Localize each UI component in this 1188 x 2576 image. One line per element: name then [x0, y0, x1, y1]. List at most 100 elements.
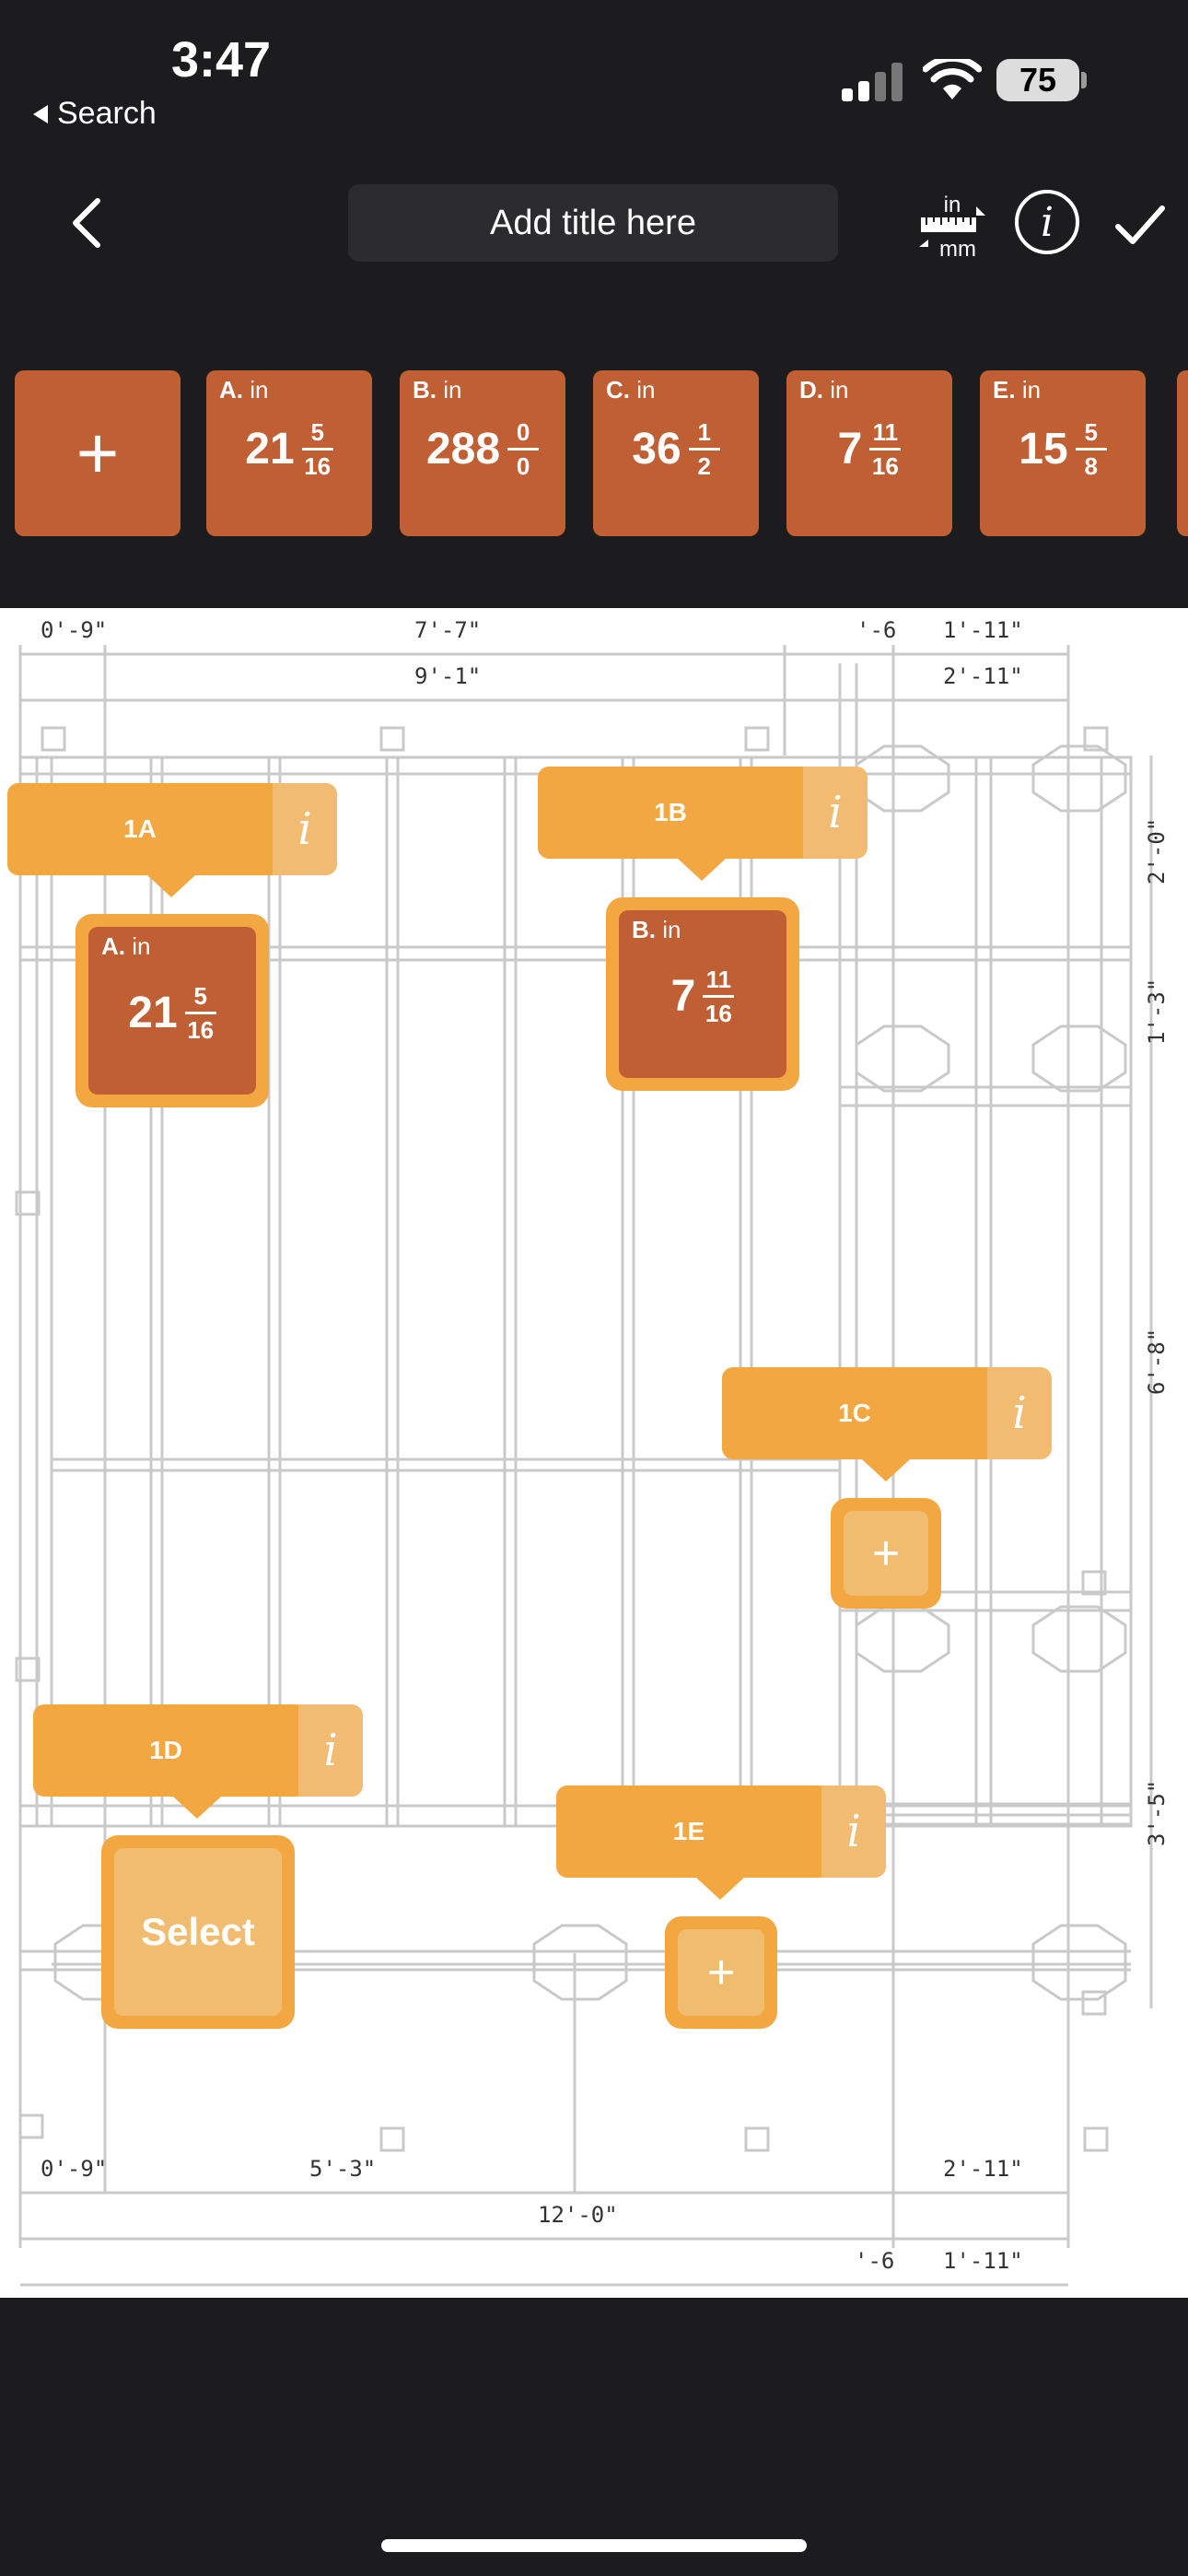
slot-1b-num: 11 — [705, 966, 732, 993]
slot-1b-den: 16 — [705, 1000, 732, 1027]
wifi-icon — [923, 59, 982, 100]
battery-icon: 75 — [996, 59, 1079, 101]
floor-plan-drawing[interactable]: 0'-9" 7'-7" '-6 1'-11" 9'-1" 2'-11" 2'-0… — [0, 608, 1188, 2298]
back-arrow-icon — [33, 104, 48, 123]
slot-1a-letter: A. — [101, 932, 125, 960]
slot-1b-whole: 7 — [670, 972, 696, 1021]
info-icon[interactable]: i — [1015, 190, 1079, 254]
status-time: 3:47 — [171, 32, 272, 88]
tile-whole: 36 — [632, 425, 681, 474]
battery-nub — [1081, 72, 1087, 88]
info-icon[interactable]: i — [298, 1704, 363, 1797]
tile-letter: B. — [413, 376, 437, 404]
tag-1c-label: 1C — [722, 1367, 987, 1459]
slot-1b-unit: in — [662, 916, 681, 943]
tag-1b-pointer — [678, 859, 726, 881]
tag-1e[interactable]: 1E i — [556, 1786, 886, 1878]
tile-letter: E. — [993, 376, 1016, 404]
tile-num: 5 — [310, 418, 324, 446]
tile-num: 11 — [872, 418, 899, 446]
tile-unit: in — [443, 376, 462, 404]
title-input[interactable]: Add title here — [348, 184, 838, 262]
measurement-tile-b[interactable]: B. in 288 0 0 — [400, 370, 565, 536]
tag-1d-label: 1D — [33, 1704, 298, 1797]
tile-den: 16 — [871, 452, 899, 480]
dim-top-1-b: 7'-7" — [414, 617, 481, 643]
tile-den: 16 — [304, 452, 332, 480]
dim-bottom-1-c: 2'-11" — [943, 2156, 1023, 2182]
tag-1e-pointer — [696, 1878, 744, 1900]
tile-unit: in — [830, 376, 849, 404]
select-label: Select — [114, 1848, 282, 2016]
tile-unit: in — [636, 376, 656, 404]
unit-toggle-icon[interactable]: in mm — [917, 192, 987, 262]
info-icon[interactable]: i — [273, 783, 337, 875]
tile-den: 2 — [697, 452, 711, 480]
measurement-tile-d[interactable]: D. in 7 11 16 — [786, 370, 952, 536]
info-icon[interactable]: i — [821, 1786, 886, 1878]
home-indicator[interactable] — [381, 2539, 807, 2552]
tag-1d[interactable]: 1D i — [33, 1704, 363, 1797]
tile-num: 0 — [516, 418, 530, 446]
checkmark-icon[interactable] — [1112, 197, 1168, 252]
measurement-tile-c[interactable]: C. in 36 1 2 — [593, 370, 759, 536]
dim-top-2-b: 2'-11" — [943, 663, 1023, 689]
slot-1b-letter: B. — [632, 916, 656, 943]
tag-1b-label: 1B — [538, 767, 803, 859]
tag-1a-label: 1A — [7, 783, 273, 875]
tile-unit: in — [250, 376, 269, 404]
tile-partial[interactable] — [1177, 370, 1188, 536]
slot-1c[interactable]: + — [831, 1498, 941, 1609]
tile-whole: 7 — [837, 425, 863, 474]
tag-1a-pointer — [147, 875, 195, 897]
tag-1d-pointer — [173, 1797, 221, 1819]
add-measurement-button[interactable]: + — [15, 370, 181, 536]
svg-text:mm: mm — [939, 237, 976, 262]
measurement-tile-a[interactable]: A. in 21 5 16 — [206, 370, 372, 536]
plus-icon: + — [844, 1511, 928, 1596]
tag-1e-label: 1E — [556, 1786, 821, 1878]
measurement-tile-e[interactable]: E. in 15 5 8 — [980, 370, 1146, 536]
svg-text:in: in — [944, 193, 961, 217]
dim-bottom-3-a: '-6 — [855, 2248, 894, 2274]
tag-1c[interactable]: 1C i — [722, 1367, 1052, 1459]
tile-num: 1 — [697, 418, 711, 446]
tile-num: 5 — [1084, 418, 1098, 446]
dim-top-1-d: 1'-11" — [943, 617, 1023, 643]
dim-bottom-1-a: 0'-9" — [41, 2156, 107, 2182]
dim-top-1-c: '-6 — [856, 617, 896, 643]
tile-unit: in — [1021, 376, 1042, 404]
tile-letter: A. — [219, 376, 243, 404]
dim-right-a: 2'-0" — [1144, 818, 1170, 884]
dim-bottom-3-b: 1'-11" — [943, 2248, 1023, 2274]
tile-letter: D. — [799, 376, 823, 404]
plus-icon: + — [678, 1929, 764, 2016]
slot-1a-den: 16 — [187, 1016, 215, 1044]
slot-1d-select[interactable]: Select — [101, 1835, 295, 2029]
dim-right-c: 6'-8" — [1144, 1329, 1170, 1395]
dim-bottom-1-b: 5'-3" — [309, 2156, 376, 2182]
signal-icon — [842, 63, 903, 101]
tag-1a[interactable]: 1A i — [7, 783, 337, 875]
tag-1b[interactable]: 1B i — [538, 767, 868, 859]
info-icon[interactable]: i — [987, 1367, 1052, 1459]
dim-top-1-a: 0'-9" — [41, 617, 107, 643]
back-to-search[interactable]: Search — [33, 96, 157, 132]
tile-letter: C. — [606, 376, 630, 404]
tag-1c-pointer — [862, 1459, 910, 1481]
slot-1e[interactable]: + — [665, 1916, 777, 2029]
tile-whole: 21 — [245, 425, 295, 474]
slot-1a-whole: 21 — [128, 989, 178, 1037]
info-icon[interactable]: i — [803, 767, 868, 859]
dim-top-2-a: 9'-1" — [414, 663, 481, 689]
back-chevron-icon[interactable] — [61, 195, 116, 251]
slot-1a[interactable]: A. in 21 5 16 — [76, 914, 269, 1107]
back-to-search-label: Search — [57, 96, 157, 131]
tile-den: 8 — [1084, 452, 1098, 480]
tile-whole: 288 — [425, 425, 501, 474]
tile-whole: 15 — [1019, 425, 1068, 474]
slot-1a-unit: in — [132, 932, 151, 960]
slot-1a-num: 5 — [193, 982, 207, 1010]
dim-bottom-2-a: 12'-0" — [538, 2202, 618, 2228]
slot-1b[interactable]: B. in 7 11 16 — [606, 897, 799, 1091]
